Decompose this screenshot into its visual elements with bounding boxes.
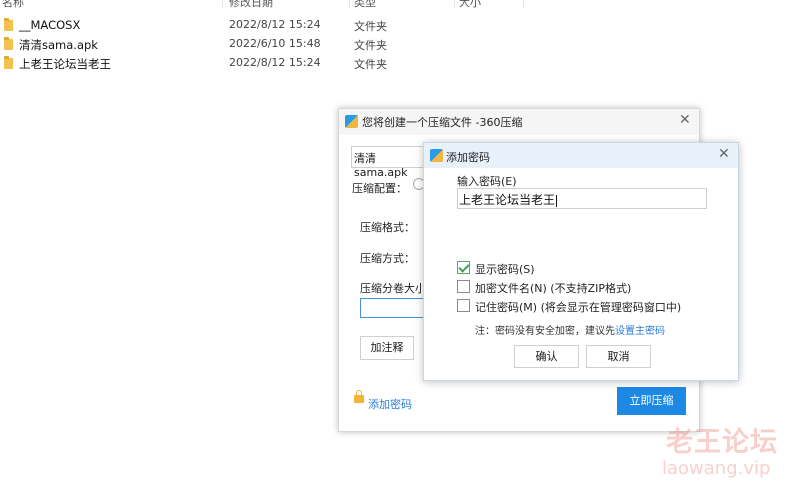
- folder-icon: [4, 18, 13, 31]
- file-name: __MACOSX: [19, 18, 81, 32]
- confirm-button[interactable]: 确认: [514, 345, 579, 368]
- compression-format-label: 压缩格式：: [360, 221, 415, 234]
- watermark-url: laowang.vip: [662, 458, 771, 479]
- file-row[interactable]: 上老王论坛当老王 2022/8/12 15:24 文件夹: [0, 54, 420, 73]
- security-note: 注：密码没有安全加密，建议先设置主密码: [475, 322, 665, 337]
- app-360zip-icon: [345, 115, 358, 128]
- set-master-password-link[interactable]: 设置主密码: [615, 326, 665, 337]
- cancel-button[interactable]: 取消: [586, 345, 651, 368]
- encrypt-filenames-checkbox[interactable]: [457, 280, 470, 293]
- file-date: 2022/6/10 15:48: [229, 37, 321, 50]
- add-password-dialog: 添加密码 ✕ 输入密码(E) 上老王论坛当老王 显示密码(S) 加密文件名(N)…: [423, 142, 739, 381]
- file-name: 清清sama.apk: [19, 38, 98, 52]
- remember-password-label[interactable]: 记住密码(M) (将会显示在管理密码窗口中): [475, 299, 681, 315]
- column-divider[interactable]: [222, 0, 223, 8]
- add-comment-button[interactable]: 加注释: [360, 336, 414, 360]
- file-row[interactable]: 清清sama.apk 2022/6/10 15:48 文件夹: [0, 35, 420, 54]
- remember-password-checkbox[interactable]: [457, 299, 470, 312]
- column-divider[interactable]: [523, 0, 524, 8]
- password-value: 上老王论坛当老王: [459, 193, 556, 207]
- compress-now-button[interactable]: 立即压缩: [617, 387, 686, 415]
- password-input-label: 输入密码(E): [457, 175, 517, 188]
- file-date: 2022/8/12 15:24: [229, 18, 321, 31]
- compress-window-title-bar[interactable]: 您将创建一个压缩文件 -360压缩 ✕: [339, 109, 699, 135]
- volume-size-input[interactable]: [360, 298, 426, 318]
- password-dialog-title: 添加密码: [446, 151, 490, 164]
- file-row[interactable]: __MACOSX 2022/8/12 15:24 文件夹: [0, 16, 420, 35]
- file-list-header: 名称 修改日期 类型 大小: [0, 0, 530, 10]
- password-dialog-title-bar[interactable]: 添加密码 ✕: [424, 143, 738, 168]
- file-date: 2022/8/12 15:24: [229, 56, 321, 69]
- file-name: 上老王论坛当老王: [19, 57, 111, 71]
- watermark-logo-text: 老王论坛: [666, 427, 778, 458]
- column-header-size[interactable]: 大小: [459, 0, 481, 10]
- compression-method-label: 压缩方式：: [360, 252, 415, 265]
- column-header-type[interactable]: 类型: [354, 0, 376, 10]
- archive-name-field[interactable]: 清清sama.apk: [351, 146, 427, 179]
- column-divider[interactable]: [454, 0, 455, 8]
- app-360zip-icon: [430, 149, 443, 162]
- close-icon[interactable]: ✕: [718, 146, 730, 162]
- file-type: 文件夹: [354, 39, 387, 52]
- column-header-date[interactable]: 修改日期: [229, 0, 273, 10]
- close-icon[interactable]: ✕: [679, 112, 691, 128]
- show-password-label[interactable]: 显示密码(S): [475, 261, 535, 277]
- show-password-checkbox[interactable]: [457, 261, 470, 274]
- folder-icon: [4, 37, 13, 50]
- password-input[interactable]: 上老王论坛当老王: [457, 188, 707, 209]
- file-type: 文件夹: [354, 20, 387, 33]
- compress-window-title: 您将创建一个压缩文件 -360压缩: [362, 116, 523, 129]
- add-password-link[interactable]: 添加密码: [368, 396, 412, 412]
- text-caret: [556, 194, 558, 207]
- encrypt-filenames-label[interactable]: 加密文件名(N) (不支持ZIP格式): [475, 280, 631, 296]
- column-header-name[interactable]: 名称: [2, 0, 24, 10]
- security-note-text: 注：密码没有安全加密，建议先: [475, 326, 615, 337]
- file-type: 文件夹: [354, 58, 387, 71]
- folder-icon: [4, 56, 13, 69]
- lock-icon: [354, 390, 364, 403]
- compression-config-label: 压缩配置：: [352, 182, 407, 195]
- column-divider[interactable]: [349, 0, 350, 8]
